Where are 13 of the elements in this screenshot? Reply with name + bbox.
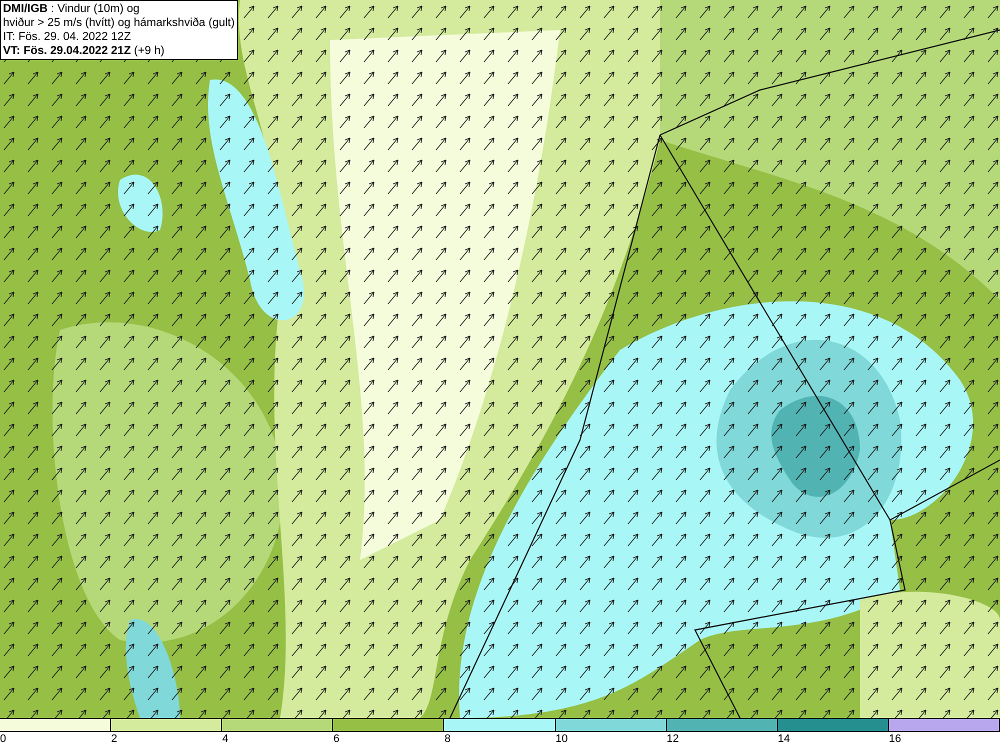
scale-tick-label: 16 (888, 732, 902, 746)
scale-tick-label: 2 (111, 732, 118, 746)
title-line: DMI/IGB : Vindur (10m) og (3, 2, 141, 16)
scale-tick-label: 8 (444, 732, 451, 746)
scale-tick-label: 4 (222, 732, 228, 746)
scale-tick-label: 0 (0, 732, 6, 746)
title-line: IT: Fös. 29. 04. 2022 12Z (3, 30, 132, 44)
title-line: hviður > 25 m/s (hvítt) og hámarkshviða (gult) (3, 16, 235, 30)
scale-tick-label: 6 (333, 732, 340, 746)
scale-tick-label: 14 (778, 732, 790, 746)
title-line: VT: Fös. 29.04.2022 21Z (+9 h) (3, 44, 166, 58)
scale-tick-label: 10 (556, 732, 568, 746)
scale-tick-label: 12 (666, 732, 679, 746)
